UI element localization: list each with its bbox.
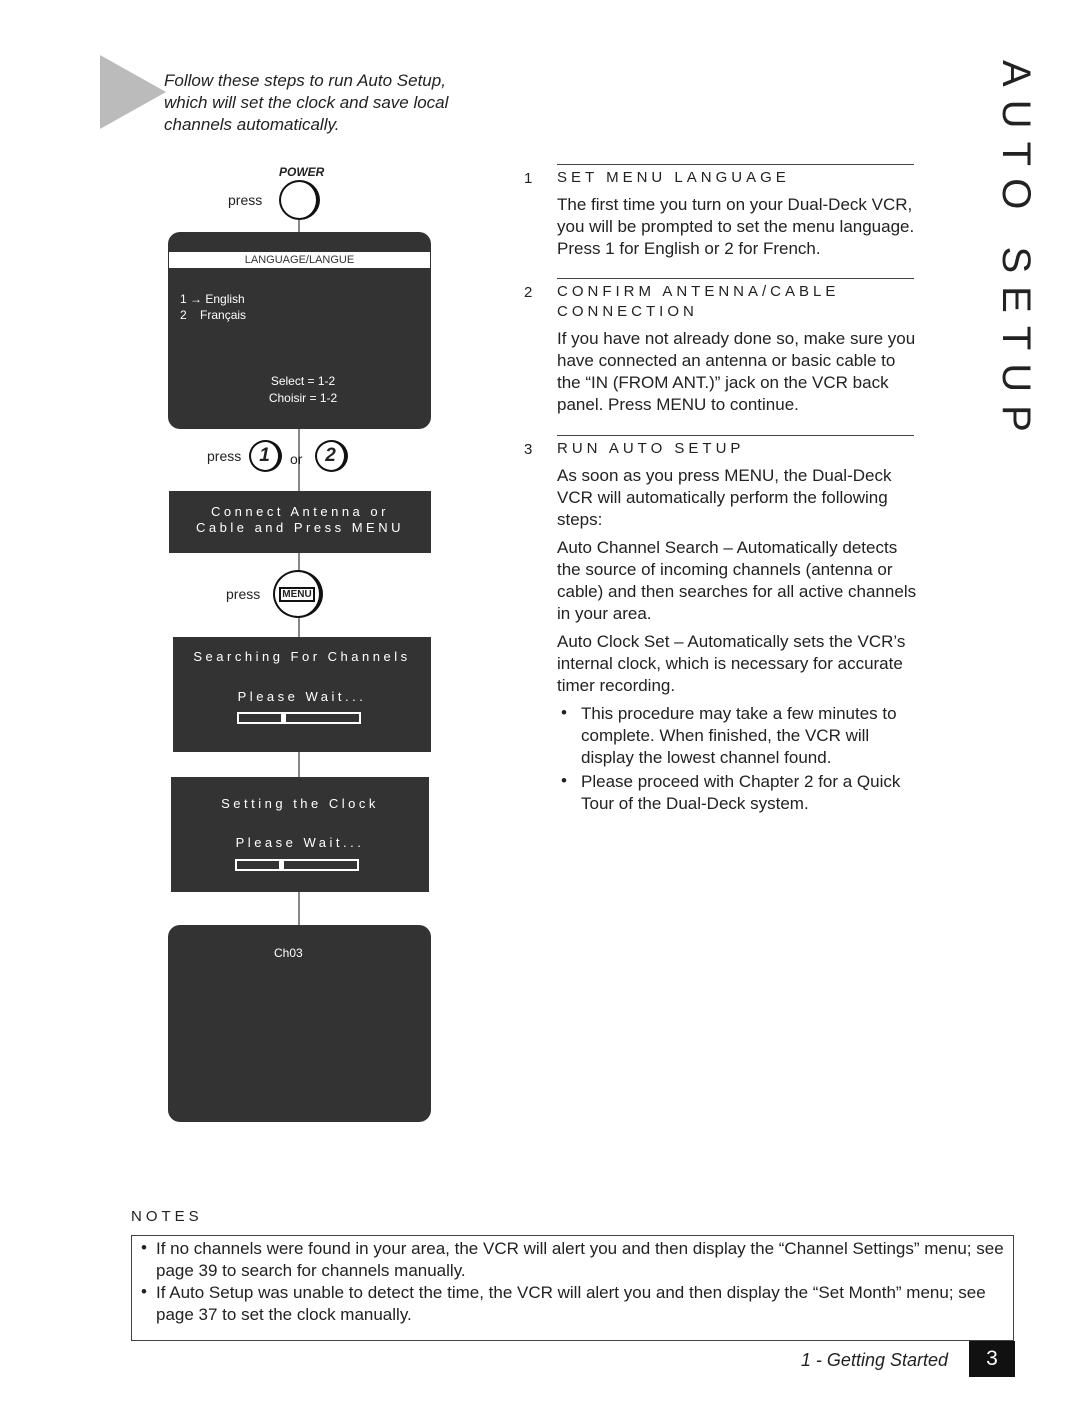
clock-line-1: Setting the Clock: [221, 796, 379, 811]
step-number: 2: [524, 284, 533, 301]
searching-line-2: Please Wait...: [237, 689, 367, 704]
channel-readout: Ch03: [274, 946, 303, 960]
option-number: 1: [180, 292, 187, 306]
notes-heading: NOTES: [131, 1208, 203, 1225]
divider: [557, 435, 914, 436]
press-label: press: [228, 192, 263, 208]
step-body: The first time you turn on your Dual-Dec…: [557, 195, 915, 258]
bullet-text: This procedure may take a few minutes to…: [581, 704, 897, 767]
bullet-icon: •: [141, 1282, 147, 1301]
connect-line-2: Cable and Press MENU: [196, 520, 404, 535]
power-label: POWER: [279, 165, 325, 179]
option-english: English: [205, 292, 245, 306]
search-progress-bar: [237, 712, 361, 724]
language-screen: LANGUAGE/LANGUE 1 → English 2 Français S…: [168, 232, 431, 429]
auto-clock-set-text: Auto Clock Set – Automatically sets the …: [557, 632, 906, 695]
step-heading: SET MENU LANGUAGE: [557, 169, 790, 186]
page-number: 3: [969, 1341, 1015, 1377]
press-label: press: [226, 586, 261, 602]
power-button[interactable]: [279, 180, 320, 220]
press-label: press: [207, 448, 242, 464]
menu-button[interactable]: MENU: [273, 570, 323, 618]
bullet-icon: •: [141, 1238, 147, 1257]
bullet-text: Please proceed with Chapter 2 for a Quic…: [581, 772, 901, 813]
clock-screen: Setting the Clock Please Wait...: [171, 777, 429, 892]
divider: [557, 164, 914, 165]
option-number: 2: [180, 308, 187, 322]
bullet-icon: •: [561, 703, 567, 722]
note-item: If no channels were found in your area, …: [156, 1239, 1004, 1280]
button-2[interactable]: 2: [315, 440, 348, 472]
note-item: If Auto Setup was unable to detect the t…: [156, 1283, 986, 1324]
side-title: AUTO SETUP: [994, 60, 1038, 445]
auto-channel-search-text: Auto Channel Search – Automatically dete…: [557, 538, 917, 623]
clock-progress-bar: [235, 859, 359, 871]
button-1[interactable]: 1: [249, 440, 282, 472]
arrow-right-icon: →: [190, 292, 203, 306]
footer-section: 1 - Getting Started: [800, 1350, 948, 1370]
step-heading: CONFIRM ANTENNA/CABLE CONNECTION: [557, 283, 840, 320]
menu-button-label: MENU: [279, 586, 315, 602]
bullet-icon: •: [561, 771, 567, 790]
language-screen-title: LANGUAGE/LANGUE: [169, 252, 430, 268]
step-number: 1: [524, 170, 533, 187]
intro-text: Follow these steps to run Auto Setup, wh…: [164, 71, 449, 134]
connect-line-1: Connect Antenna or: [211, 504, 389, 519]
step-heading: RUN AUTO SETUP: [557, 440, 745, 457]
divider: [557, 278, 914, 279]
clock-line-2: Please Wait...: [235, 835, 365, 850]
connect-screen: Connect Antenna or Cable and Press MENU: [169, 491, 431, 553]
progress-marker: [281, 712, 287, 724]
pointer-triangle-icon: [100, 55, 166, 129]
or-label: or: [290, 451, 303, 467]
step-number: 3: [524, 441, 533, 458]
choisir-hint: Choisir = 1-2: [268, 391, 338, 405]
channel-screen: Ch03: [168, 925, 431, 1122]
step-body: As soon as you press MENU, the Dual-Deck…: [557, 466, 892, 529]
progress-marker: [279, 859, 285, 871]
searching-screen: Searching For Channels Please Wait...: [173, 637, 431, 752]
step-body: If you have not already done so, make su…: [557, 329, 916, 414]
option-francais: Français: [200, 308, 247, 322]
select-hint: Select = 1-2: [270, 374, 336, 388]
searching-line-1: Searching For Channels: [193, 649, 411, 664]
